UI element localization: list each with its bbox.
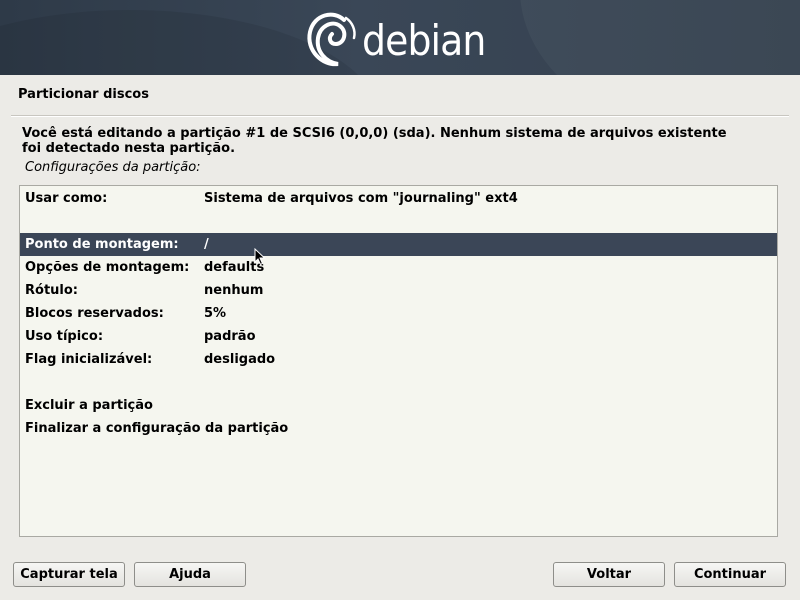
setting-value: nenhum [204, 283, 264, 298]
mouse-pointer-icon [254, 248, 266, 266]
setting-key: Flag inicializável: [25, 352, 153, 367]
page-title: Particionar discos [18, 87, 149, 102]
list-item-ponto-de-montagem[interactable]: Ponto de montagem: / [20, 233, 777, 256]
intro-text: Você está editando a partição #1 de SCSI… [22, 126, 727, 156]
setting-key: Uso típico: [25, 329, 104, 344]
title-divider [11, 115, 789, 117]
debian-logo: debian [304, 6, 499, 72]
setting-key: Usar como: [25, 191, 108, 206]
back-button[interactable]: Voltar [553, 562, 665, 587]
debian-swirl-icon [307, 12, 356, 67]
list-item-usar-como[interactable]: Usar como: Sistema de arquivos com "jour… [20, 187, 777, 210]
help-button[interactable]: Ajuda [134, 562, 246, 587]
setting-value: 5% [204, 306, 227, 321]
setting-value: desligado [204, 352, 276, 367]
list-item-blocos-reservados[interactable]: Blocos reservados: 5% [20, 302, 777, 325]
action-label: Finalizar a configuração da partição [25, 421, 289, 436]
banner-decoration [520, 0, 800, 75]
action-label: Excluir a partição [25, 398, 153, 413]
setting-value: / [204, 237, 209, 252]
setting-key: Blocos reservados: [25, 306, 164, 321]
capture-screen-button[interactable]: Capturar tela [13, 562, 125, 587]
list-item-uso-tipico[interactable]: Uso típico: padrão [20, 325, 777, 348]
debian-wordmark: debian [362, 15, 486, 65]
list-item-rotulo[interactable]: Rótulo: nenhum [20, 279, 777, 302]
list-item-flag-inicializavel[interactable]: Flag inicializável: desligado [20, 348, 777, 371]
section-label: Configurações da partição: [25, 160, 201, 175]
partition-settings-list[interactable]: Usar como: Sistema de arquivos com "jour… [19, 185, 778, 537]
setting-key: Opções de montagem: [25, 260, 190, 275]
setting-value: Sistema de arquivos com "journaling" ext… [204, 191, 518, 206]
debian-banner: debian [0, 0, 800, 75]
continue-button[interactable]: Continuar [674, 562, 786, 587]
setting-key: Ponto de montagem: [25, 237, 179, 252]
setting-key: Rótulo: [25, 283, 78, 298]
setting-value: padrão [204, 329, 256, 344]
list-item-opcoes-de-montagem[interactable]: Opções de montagem: defaults [20, 256, 777, 279]
list-item-excluir-particao[interactable]: Excluir a partição [20, 394, 777, 417]
list-item-finalizar-configuracao[interactable]: Finalizar a configuração da partição [20, 417, 777, 440]
